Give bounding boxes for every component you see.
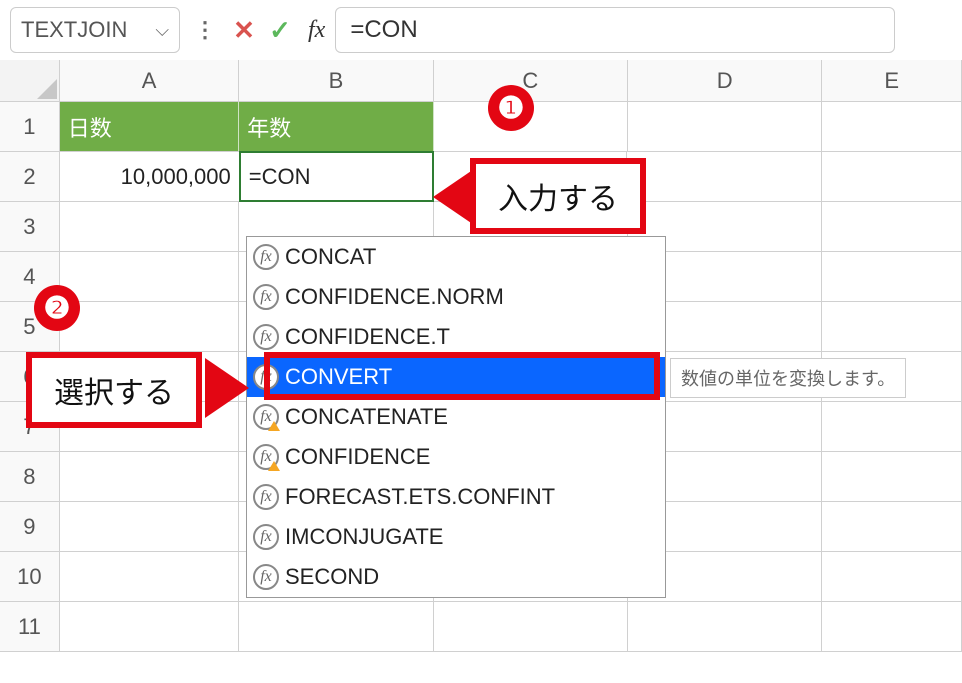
- cell-b2-editing[interactable]: =CON: [239, 151, 434, 202]
- row-header-9[interactable]: 9: [0, 502, 60, 551]
- select-all-corner[interactable]: [0, 60, 60, 101]
- cell-e3[interactable]: [822, 202, 962, 251]
- fx-icon[interactable]: fx: [308, 17, 325, 44]
- cell-d1[interactable]: [628, 102, 822, 151]
- fx-warning-icon: fx: [253, 444, 279, 470]
- cell-a3[interactable]: [60, 202, 239, 251]
- autocomplete-item[interactable]: fx SECOND: [247, 557, 665, 597]
- row-header-11[interactable]: 11: [0, 602, 60, 651]
- fx-icon: fx: [253, 244, 279, 270]
- autocomplete-label: CONVERT: [285, 364, 392, 390]
- formula-bar: TEXTJOIN ⌵ ⋮ ✕ ✓ fx =CON: [0, 0, 962, 60]
- autocomplete-item[interactable]: fx CONFIDENCE.T: [247, 317, 665, 357]
- formula-input-text: =CON: [350, 16, 417, 44]
- cell-a4[interactable]: [60, 252, 239, 301]
- function-tooltip: 数値の単位を変換します。: [670, 358, 906, 398]
- cell-e8[interactable]: [822, 452, 962, 501]
- cell-e1[interactable]: [822, 102, 962, 151]
- cell-a10[interactable]: [60, 552, 239, 601]
- row-header-2[interactable]: 2: [0, 152, 60, 201]
- chevron-down-icon[interactable]: ⌵: [155, 20, 169, 41]
- annotation-badge-2: ❷: [34, 285, 80, 331]
- formula-input[interactable]: =CON: [335, 7, 895, 53]
- cell-a1[interactable]: 日数: [60, 102, 239, 151]
- table-row: 11: [0, 602, 962, 652]
- row-header-3[interactable]: 3: [0, 202, 60, 251]
- annotation-badge-1: ❶: [488, 85, 534, 131]
- row-header-8[interactable]: 8: [0, 452, 60, 501]
- cell-e9[interactable]: [822, 502, 962, 551]
- cell-b1[interactable]: 年数: [239, 102, 433, 151]
- annotation-arrow-icon: [205, 358, 249, 418]
- column-header-d[interactable]: D: [628, 60, 822, 101]
- cell-e11[interactable]: [822, 602, 962, 651]
- name-box-value: TEXTJOIN: [21, 17, 127, 43]
- annotation-text: 選択する: [54, 368, 174, 412]
- cell-a5[interactable]: [60, 302, 239, 351]
- name-box[interactable]: TEXTJOIN ⌵: [10, 7, 180, 53]
- fx-icon: fx: [253, 524, 279, 550]
- cancel-formula-button[interactable]: ✕: [226, 15, 262, 46]
- cell-a2[interactable]: 10,000,000: [60, 152, 240, 201]
- cell-c11[interactable]: [434, 602, 628, 651]
- column-header-e[interactable]: E: [822, 60, 962, 101]
- autocomplete-label: SECOND: [285, 564, 379, 590]
- cell-e4[interactable]: [822, 252, 962, 301]
- cell-e2[interactable]: [822, 152, 962, 201]
- autocomplete-item-selected[interactable]: fx CONVERT: [247, 357, 665, 397]
- cell-d2[interactable]: [627, 152, 822, 201]
- autocomplete-item[interactable]: fx CONCAT: [247, 237, 665, 277]
- row-header-1[interactable]: 1: [0, 102, 60, 151]
- cell-e5[interactable]: [822, 302, 962, 351]
- autocomplete-item[interactable]: fx CONFIDENCE.NORM: [247, 277, 665, 317]
- separator-icon: ⋮: [194, 17, 216, 43]
- autocomplete-item[interactable]: fx CONFIDENCE: [247, 437, 665, 477]
- cell-e10[interactable]: [822, 552, 962, 601]
- cell-a11[interactable]: [60, 602, 239, 651]
- autocomplete-label: CONFIDENCE: [285, 444, 430, 470]
- autocomplete-item[interactable]: fx FORECAST.ETS.CONFINT: [247, 477, 665, 517]
- cell-a8[interactable]: [60, 452, 239, 501]
- fx-icon: fx: [253, 484, 279, 510]
- fx-icon: fx: [253, 324, 279, 350]
- autocomplete-label: CONCATENATE: [285, 404, 448, 430]
- fx-icon: fx: [253, 284, 279, 310]
- enter-formula-button[interactable]: ✓: [262, 15, 298, 46]
- annotation-text: 入力する: [498, 174, 618, 218]
- table-row: 1 日数 年数: [0, 102, 962, 152]
- formula-autocomplete[interactable]: fx CONCAT fx CONFIDENCE.NORM fx CONFIDEN…: [246, 236, 666, 598]
- autocomplete-item[interactable]: fx IMCONJUGATE: [247, 517, 665, 557]
- autocomplete-label: CONFIDENCE.T: [285, 324, 450, 350]
- cell-e7[interactable]: [822, 402, 962, 451]
- column-header-b[interactable]: B: [239, 60, 433, 101]
- column-headers: A B C D E: [0, 60, 962, 102]
- cell-b11[interactable]: [239, 602, 433, 651]
- fx-icon: fx: [253, 364, 279, 390]
- fx-warning-icon: fx: [253, 404, 279, 430]
- autocomplete-label: FORECAST.ETS.CONFINT: [285, 484, 555, 510]
- annotation-callout-2: 選択する: [26, 352, 202, 428]
- autocomplete-item[interactable]: fx CONCATENATE: [247, 397, 665, 437]
- autocomplete-label: CONFIDENCE.NORM: [285, 284, 504, 310]
- cell-a9[interactable]: [60, 502, 239, 551]
- annotation-callout-1: 入力する: [470, 158, 646, 234]
- autocomplete-label: CONCAT: [285, 244, 376, 270]
- column-header-a[interactable]: A: [60, 60, 239, 101]
- row-header-10[interactable]: 10: [0, 552, 60, 601]
- column-header-c[interactable]: C: [434, 60, 628, 101]
- autocomplete-label: IMCONJUGATE: [285, 524, 443, 550]
- cell-d11[interactable]: [628, 602, 822, 651]
- fx-icon: fx: [253, 564, 279, 590]
